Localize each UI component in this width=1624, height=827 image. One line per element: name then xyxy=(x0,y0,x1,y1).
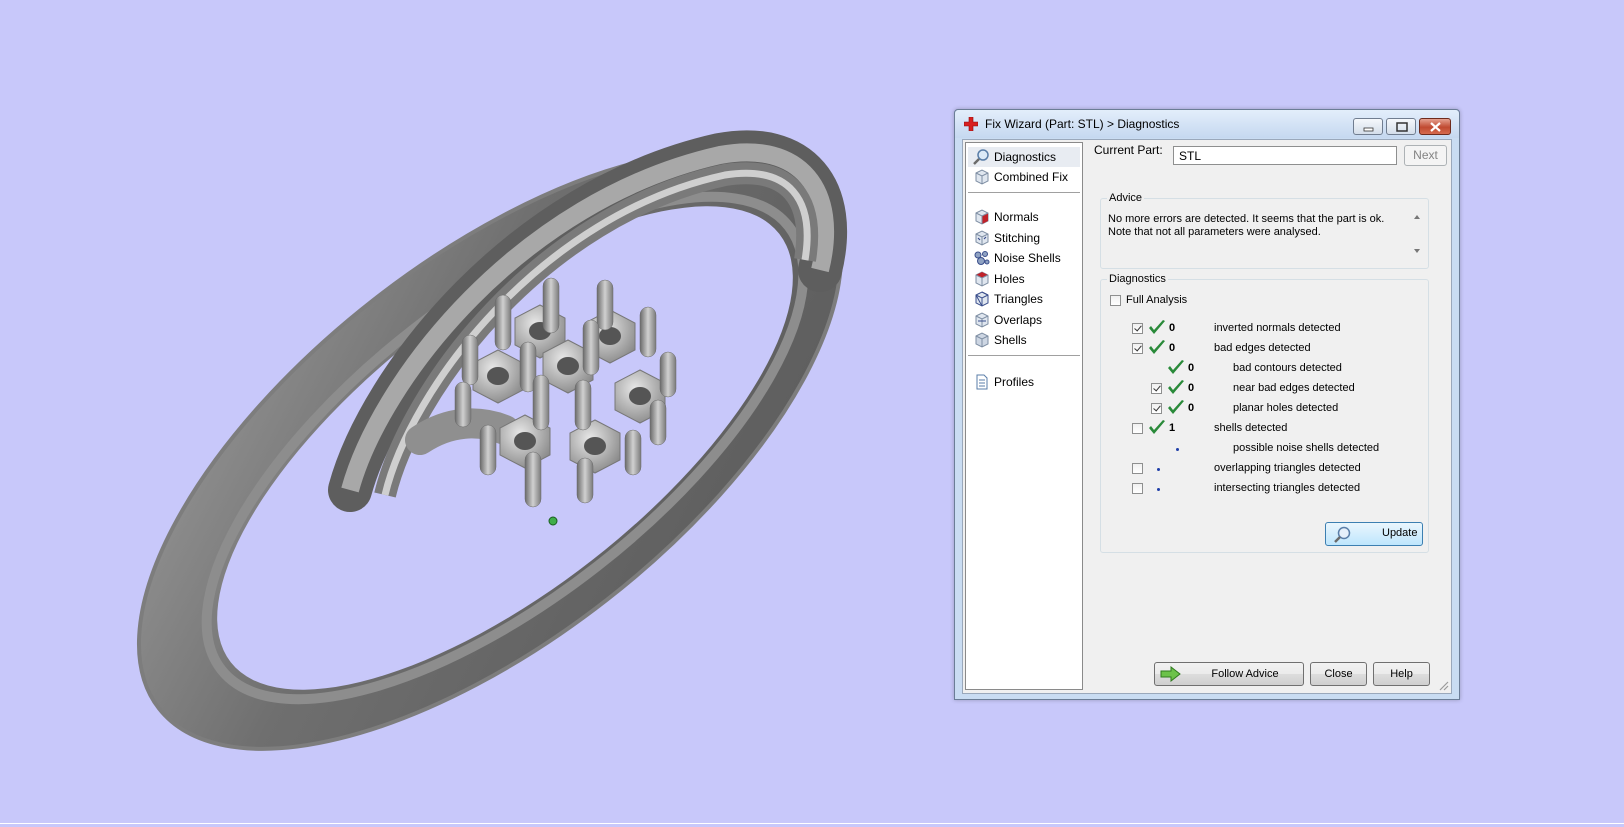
diagnostic-description: inverted normals detected xyxy=(1214,322,1341,334)
nav-label: Combined Fix xyxy=(994,170,1069,184)
current-part-label: Current Part: xyxy=(1094,143,1163,157)
nav-label: Profiles xyxy=(994,375,1035,389)
diagnostic-checkbox[interactable] xyxy=(1151,403,1162,414)
overlaps-cube-icon xyxy=(975,312,989,328)
diagnostic-description: bad contours detected xyxy=(1233,362,1342,374)
next-button[interactable]: Next xyxy=(1404,145,1447,166)
diagnostic-checkbox[interactable] xyxy=(1151,383,1162,394)
wizard-client-area: Diagnostics Combined Fix Normals Stitchi… xyxy=(962,139,1452,694)
holes-cube-icon xyxy=(975,271,989,287)
stitching-cube-icon xyxy=(975,230,989,246)
nav-divider xyxy=(968,192,1080,193)
nav-label: Normals xyxy=(994,210,1039,224)
green-check-icon xyxy=(1168,360,1184,374)
green-check-icon xyxy=(1168,400,1184,414)
diagnostic-count: 0 xyxy=(1169,342,1176,354)
nav-label: Holes xyxy=(994,272,1025,286)
noise-shells-icon xyxy=(974,251,990,265)
triangles-cube-icon xyxy=(975,291,989,307)
normals-cube-icon xyxy=(975,209,989,225)
diagnostic-description: possible noise shells detected xyxy=(1233,442,1380,454)
pivot-marker xyxy=(548,516,558,526)
advice-title: Advice xyxy=(1107,192,1145,204)
help-button[interactable]: Help xyxy=(1373,662,1430,686)
diagnostic-checkbox[interactable] xyxy=(1132,423,1143,434)
shells-cube-icon xyxy=(975,332,989,348)
nav-label: Shells xyxy=(994,333,1027,347)
nav-label: Stitching xyxy=(994,231,1041,245)
status-dot xyxy=(1176,448,1179,451)
nav-item-noise-shells[interactable]: Noise Shells xyxy=(968,248,1080,268)
nav-label: Overlaps xyxy=(994,313,1043,327)
green-check-icon xyxy=(1149,420,1165,434)
close-label: Close xyxy=(1324,668,1353,680)
green-check-icon xyxy=(1149,340,1165,354)
wizard-nav-panel: Diagnostics Combined Fix Normals Stitchi… xyxy=(965,142,1083,690)
diagnostic-count: 1 xyxy=(1169,422,1176,434)
green-check-icon xyxy=(1149,320,1165,334)
maximize-button[interactable] xyxy=(1386,118,1416,135)
window-title: Fix Wizard (Part: STL) > Diagnostics xyxy=(985,117,1180,131)
diagnostic-count: 0 xyxy=(1169,322,1176,334)
diagnostic-checkbox[interactable] xyxy=(1132,343,1143,354)
diagnostic-count: 0 xyxy=(1188,362,1195,374)
diagnostic-count: 0 xyxy=(1188,402,1195,414)
nav-label: Diagnostics xyxy=(994,150,1057,164)
diagnostic-checkbox[interactable] xyxy=(1132,483,1143,494)
advice-line: Note that not all parameters were analys… xyxy=(1108,226,1321,238)
full-analysis-label: Full Analysis xyxy=(1126,294,1188,306)
diagnostic-description: bad edges detected xyxy=(1214,342,1311,354)
title-bar[interactable]: Fix Wizard (Part: STL) > Diagnostics xyxy=(955,110,1459,138)
status-dot xyxy=(1157,468,1160,471)
nav-label: Triangles xyxy=(994,292,1043,306)
update-button[interactable]: Update xyxy=(1325,522,1423,546)
advice-group: Advice No more errors are detected. It s… xyxy=(1100,192,1429,269)
advice-text: No more errors are detected. It seems th… xyxy=(1108,213,1398,259)
full-analysis-checkbox[interactable] xyxy=(1110,295,1121,306)
follow-advice-label: Follow Advice xyxy=(1211,668,1279,680)
current-part-value: STL xyxy=(1179,149,1202,163)
follow-advice-button[interactable]: Follow Advice xyxy=(1154,662,1304,686)
magnifier-icon xyxy=(1334,526,1351,543)
nav-label: Noise Shells xyxy=(994,251,1061,265)
magnifier-icon xyxy=(973,149,989,165)
window-close-button[interactable] xyxy=(1419,118,1451,135)
diagnostics-group: Diagnostics Full Analysis 0 inverted norm… xyxy=(1100,273,1429,553)
diagnostic-count: 0 xyxy=(1188,382,1195,394)
diagnostic-checkbox[interactable] xyxy=(1132,323,1143,334)
close-button[interactable]: Close xyxy=(1310,662,1367,686)
nav-item-stitching[interactable]: Stitching xyxy=(968,228,1080,248)
green-check-icon xyxy=(1168,380,1184,394)
cube-icon xyxy=(975,169,989,185)
nav-divider xyxy=(968,355,1080,356)
advice-line: No more errors are detected. It seems th… xyxy=(1108,213,1385,225)
nav-item-profiles[interactable]: Profiles xyxy=(968,372,1080,392)
nav-item-triangles[interactable]: Triangles xyxy=(968,289,1080,309)
resize-grip-icon[interactable] xyxy=(1437,679,1449,691)
nav-item-combined-fix[interactable]: Combined Fix xyxy=(968,167,1080,187)
current-part-select[interactable]: STL xyxy=(1173,146,1397,165)
diagnostic-description: planar holes detected xyxy=(1233,402,1339,414)
nav-item-normals[interactable]: Normals xyxy=(968,207,1080,227)
nav-item-shells[interactable]: Shells xyxy=(968,330,1080,350)
update-label: Update xyxy=(1382,527,1418,539)
nav-item-holes[interactable]: Holes xyxy=(968,269,1080,289)
fix-wizard-window: Fix Wizard (Part: STL) > Diagnostics Dia… xyxy=(954,109,1460,700)
diagnostic-description: near bad edges detected xyxy=(1233,382,1355,394)
diagnostic-description: intersecting triangles detected xyxy=(1214,482,1361,494)
diagnostics-title: Diagnostics xyxy=(1107,273,1168,285)
advice-scrollbar[interactable] xyxy=(1410,211,1424,257)
nav-item-diagnostics[interactable]: Diagnostics xyxy=(968,147,1080,167)
document-icon xyxy=(976,374,988,390)
status-dot xyxy=(1157,488,1160,491)
diagnostic-description: overlapping triangles detected xyxy=(1214,462,1361,474)
minimize-button[interactable] xyxy=(1353,118,1383,135)
help-label: Help xyxy=(1390,668,1413,680)
diagnostics-content: Advice No more errors are detected. It s… xyxy=(1091,173,1449,573)
red-cross-app-icon xyxy=(964,117,978,131)
nav-item-overlaps[interactable]: Overlaps xyxy=(968,310,1080,330)
diagnostic-description: shells detected xyxy=(1214,422,1288,434)
diagnostic-checkbox[interactable] xyxy=(1132,463,1143,474)
